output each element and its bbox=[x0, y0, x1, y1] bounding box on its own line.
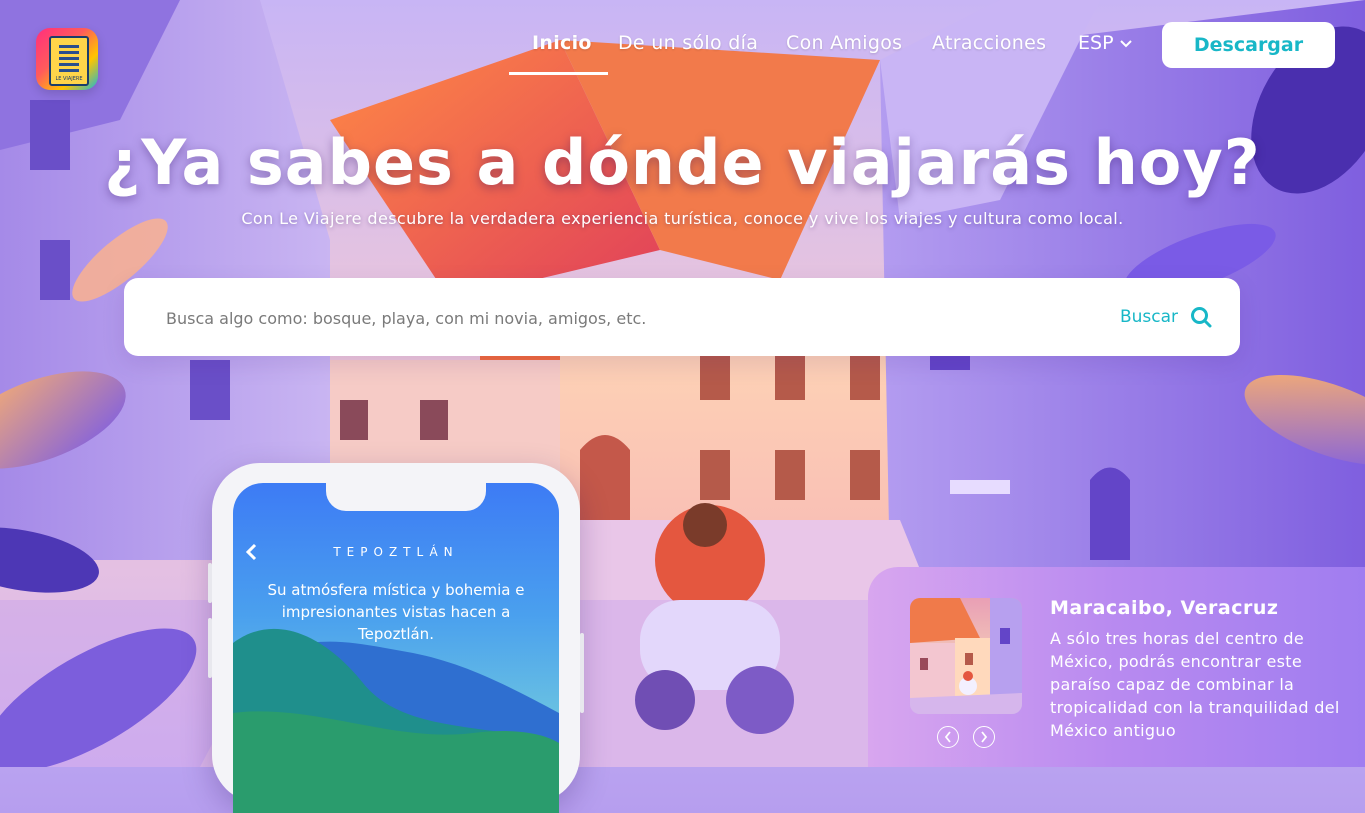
carousel-prev-button[interactable] bbox=[937, 726, 959, 748]
nav-item-de-un-solo-dia[interactable]: De un sólo día bbox=[618, 32, 758, 54]
search-button-label: Buscar bbox=[1120, 307, 1179, 327]
featured-title: Maracaibo, Veracruz bbox=[1050, 597, 1279, 619]
phone-notch bbox=[326, 483, 486, 511]
phone-landscape-illustration bbox=[233, 628, 559, 813]
nav-item-con-amigos[interactable]: Con Amigos bbox=[786, 32, 902, 54]
phone-destination-description: Su atmósfera mística y bohemia e impresi… bbox=[267, 581, 525, 643]
phone-screen: TEPOZTLÁN Su atmósfera mística y bohemia… bbox=[233, 483, 559, 813]
arrow-left-icon bbox=[938, 731, 958, 743]
phone-destination-title: TEPOZTLÁN bbox=[333, 545, 459, 559]
nav-active-indicator bbox=[509, 72, 608, 75]
app-logo[interactable]: LE VIAJERE bbox=[36, 28, 98, 90]
phone-side-button bbox=[208, 563, 212, 603]
search-icon bbox=[1178, 307, 1212, 328]
featured-destination-card: Maracaibo, Veracruz A sólo tres horas de… bbox=[868, 567, 1365, 767]
logo-text: LE VIAJERE bbox=[55, 76, 83, 82]
nav-item-inicio[interactable]: Inicio bbox=[532, 32, 592, 54]
logo-pyramid-icon: LE VIAJERE bbox=[49, 36, 89, 86]
language-label: ESP bbox=[1078, 32, 1114, 54]
language-selector[interactable]: ESP bbox=[1078, 32, 1132, 54]
chevron-down-icon bbox=[1114, 32, 1132, 54]
phone-mockup: TEPOZTLÁN Su atmósfera mística y bohemia… bbox=[208, 463, 584, 813]
search-input[interactable] bbox=[164, 296, 1068, 340]
thumbnail-illustration bbox=[910, 598, 1022, 714]
carousel-next-button[interactable] bbox=[973, 726, 995, 748]
arrow-right-icon bbox=[974, 731, 994, 743]
hero-subtitle: Con Le Viajere descubre la verdadera exp… bbox=[241, 209, 1124, 228]
featured-description: A sólo tres horas del centro de México, … bbox=[1050, 629, 1340, 740]
download-button[interactable]: Descargar bbox=[1162, 22, 1335, 68]
phone-side-button bbox=[208, 618, 212, 678]
destination-thumbnail[interactable] bbox=[910, 598, 1022, 714]
search-button[interactable]: Buscar bbox=[1114, 298, 1218, 336]
phone-side-button bbox=[580, 633, 584, 713]
nav-item-atracciones[interactable]: Atracciones bbox=[932, 32, 1046, 54]
search-bar: Buscar bbox=[124, 278, 1240, 356]
hero-title: ¿Ya sabes a dónde viajarás hoy? bbox=[104, 126, 1261, 199]
